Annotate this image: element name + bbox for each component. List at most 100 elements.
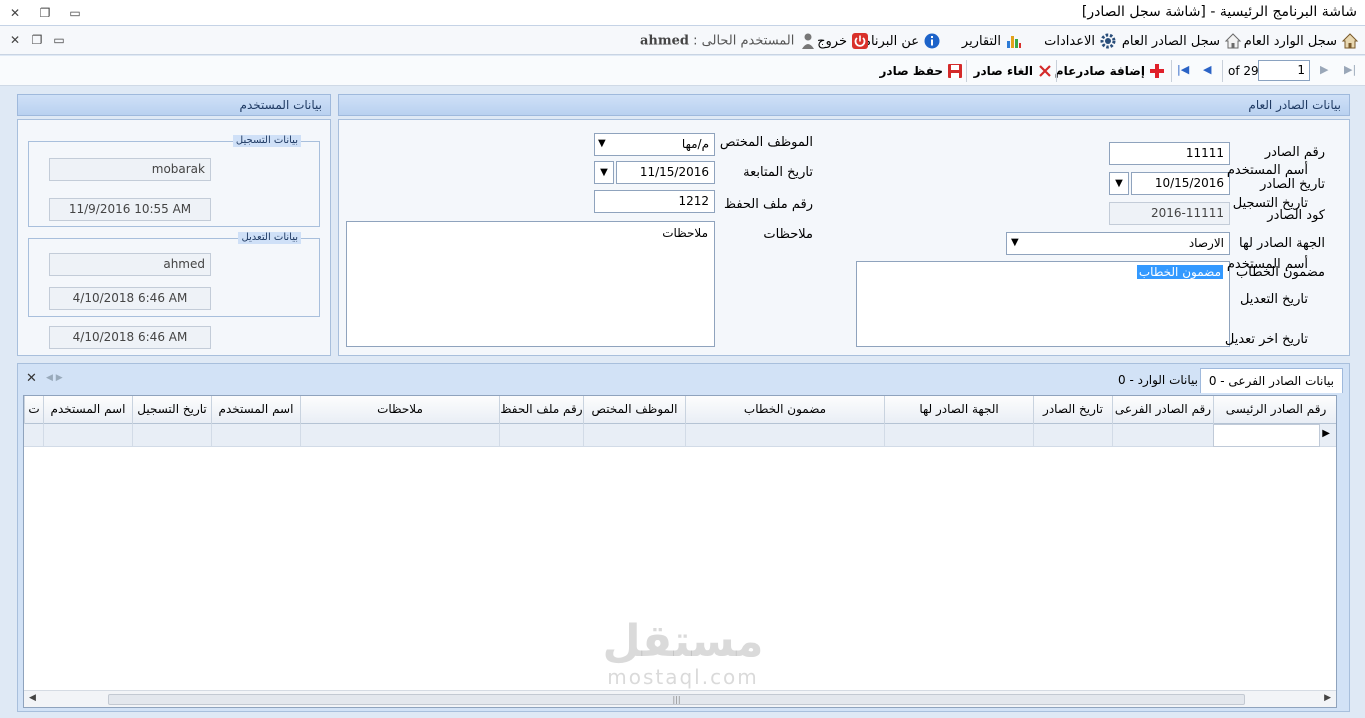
scroll-left-icon[interactable]: ◀: [29, 693, 36, 703]
followup-date-label: تاريخ المتابعة: [743, 165, 813, 180]
user-panel-header: بيانات المستخدم: [17, 94, 331, 116]
grid-column-header[interactable]: رقم ملف الحفظ: [499, 396, 583, 424]
menu-settings[interactable]: الاعدادات: [1044, 31, 1117, 51]
previous-record-icon[interactable]: ◀: [1203, 63, 1211, 76]
letter-content-memo[interactable]: مضمون الخطاب: [856, 261, 1230, 347]
row-indicator-icon: ▶: [1322, 428, 1330, 439]
user-icon: [799, 32, 817, 50]
recipient-label: الجهة الصادر لها: [1239, 236, 1325, 251]
page-input[interactable]: 1: [1258, 60, 1310, 81]
child-minimize-icon[interactable]: ▭: [52, 33, 66, 47]
table-cell[interactable]: [1112, 424, 1213, 447]
window-title: شاشة البرنامج الرئيسية - [شاشة سجل الصاد…: [1081, 4, 1357, 20]
chevron-down-icon[interactable]: ▼: [1011, 237, 1019, 248]
notes-memo[interactable]: ملاحظات: [346, 221, 715, 347]
grid-column-header[interactable]: ت: [24, 396, 43, 424]
toolbar: ▶| ▶ 1 of 29 ◀ |◀ إضافة صادرعام الغاء صا…: [0, 56, 1365, 86]
table-cell[interactable]: [499, 424, 583, 447]
grid-column-header[interactable]: تاريخ التسجيل: [132, 396, 211, 424]
menu-outgoing-label: سجل الصادر العام: [1121, 33, 1220, 49]
menu-settings-label: الاعدادات: [1044, 33, 1095, 49]
grid-column-header[interactable]: اسم المستخدم: [43, 396, 132, 424]
close-icon[interactable]: ✕: [8, 6, 22, 20]
grid-column-header[interactable]: رقم الصادر الرئيسى: [1213, 396, 1336, 424]
table-cell[interactable]: [884, 424, 1033, 447]
power-icon: [851, 32, 869, 50]
current-user-name: ahmed: [640, 33, 689, 49]
recipient-select[interactable]: الارصاد: [1006, 232, 1230, 255]
add-outgoing-label: إضافة صادرعام: [1054, 64, 1145, 78]
cancel-outgoing-button[interactable]: الغاء صادر: [974, 62, 1054, 80]
menu-outgoing[interactable]: سجل الصادر العام: [1122, 31, 1242, 51]
reg-user-field: mobarak: [49, 158, 211, 181]
table-cell[interactable]: [132, 424, 211, 447]
table-row[interactable]: ▶: [24, 424, 1336, 447]
home-icon: [1341, 32, 1359, 50]
reg-date-label: تاريخ التسجيل: [1232, 196, 1308, 211]
file-number-label: رقم ملف الحفظ: [723, 197, 813, 212]
table-cell[interactable]: [300, 424, 499, 447]
separator: [1056, 60, 1057, 82]
minimize-icon[interactable]: ▭: [68, 6, 82, 20]
menu-incoming-label: سجل الوارد العام: [1243, 33, 1337, 49]
menu-incoming[interactable]: سجل الوارد العام: [1244, 31, 1359, 51]
mod-date-field: 4/10/2018 6:46 AM: [49, 287, 211, 310]
employee-select[interactable]: م/مها: [594, 133, 715, 156]
x-icon: [1036, 62, 1054, 80]
next-record-icon[interactable]: ▶: [1320, 63, 1328, 76]
watermark-url: mostaql.com: [607, 665, 759, 689]
chevron-down-icon[interactable]: ▼: [598, 138, 606, 149]
file-number-field[interactable]: 1212: [594, 190, 715, 213]
horizontal-scrollbar[interactable]: ◀ ||| ▶: [24, 690, 1336, 707]
menu-exit-label: خروج: [817, 33, 847, 49]
tab-sub-outgoing[interactable]: بيانات الصادر الفرعى - 0: [1199, 368, 1343, 393]
grid-column-header[interactable]: مضمون الخطاب: [685, 396, 884, 424]
grid-column-header[interactable]: اسم المستخدم: [211, 396, 300, 424]
first-record-icon[interactable]: |◀: [1177, 63, 1189, 76]
info-icon: [923, 32, 941, 50]
scroll-thumb[interactable]: |||: [108, 694, 1245, 705]
outgoing-date-dropdown[interactable]: ▼: [1109, 172, 1129, 195]
outgoing-code-field: 2016-11111: [1109, 202, 1230, 225]
separator: [966, 60, 967, 82]
grid-column-header[interactable]: الموظف المختص: [583, 396, 685, 424]
grid-column-header[interactable]: تاريخ الصادر: [1033, 396, 1112, 424]
mod-user-label: أسم المستخدم: [1226, 257, 1308, 272]
reg-user-label: أسم المستخدم: [1226, 163, 1308, 178]
followup-date-field[interactable]: 11/15/2016: [616, 161, 715, 184]
outgoing-panel-header: بيانات الصادر العام: [338, 94, 1350, 116]
table-cell[interactable]: [43, 424, 132, 447]
followup-date-dropdown[interactable]: ▼: [594, 161, 614, 184]
child-restore-icon[interactable]: ❐: [30, 33, 44, 47]
separator: [1222, 60, 1223, 82]
page-total: of 29: [1228, 64, 1259, 78]
table-cell[interactable]: [211, 424, 300, 447]
letter-content-text: مضمون الخطاب: [1136, 265, 1223, 279]
outgoing-date-field[interactable]: 10/15/2016: [1131, 172, 1230, 195]
grid-header: رقم الصادر الرئيسى رقم الصادر الفرعى تار…: [24, 396, 1336, 424]
menu-reports[interactable]: التقارير: [962, 31, 1023, 51]
save-outgoing-button[interactable]: حفظ صادر: [880, 62, 964, 80]
table-cell[interactable]: [1033, 424, 1112, 447]
child-close-icon[interactable]: ✕: [8, 33, 22, 47]
watermark-main: مستقل: [602, 616, 764, 667]
tab-incoming[interactable]: بيانات الوارد - 0: [1110, 368, 1206, 393]
outgoing-number-label: رقم الصادر: [1264, 145, 1325, 160]
modification-group-title: بيانات التعديل: [238, 232, 301, 244]
table-cell[interactable]: [583, 424, 685, 447]
add-outgoing-button[interactable]: إضافة صادرعام: [1055, 62, 1166, 80]
table-cell[interactable]: [685, 424, 884, 447]
grid-column-header[interactable]: رقم الصادر الفرعى: [1112, 396, 1213, 424]
tab-scroll-arrows[interactable]: ◀ ▶: [46, 373, 63, 383]
close-tab-icon[interactable]: ✕: [26, 371, 37, 386]
last-record-icon[interactable]: ▶|: [1344, 63, 1356, 76]
restore-icon[interactable]: ❐: [38, 6, 52, 20]
grid-column-header[interactable]: ملاحظات: [300, 396, 499, 424]
scroll-right-icon[interactable]: ▶: [1324, 693, 1331, 703]
outgoing-number-field[interactable]: 11111: [1109, 142, 1230, 165]
grid-column-header[interactable]: الجهة الصادر لها: [884, 396, 1033, 424]
gear-icon: [1099, 32, 1117, 50]
current-user: المستخدم الحالى : ahmed: [640, 32, 817, 50]
menu-exit[interactable]: خروج: [817, 31, 869, 51]
table-cell[interactable]: [1213, 424, 1320, 447]
